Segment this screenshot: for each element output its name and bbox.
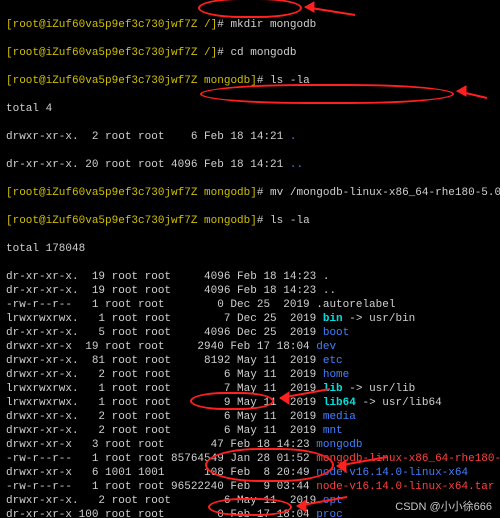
annotation-arrow bbox=[332, 454, 392, 474]
output-line: dr-xr-xr-x. 20 root root 4096 Feb 18 14:… bbox=[6, 158, 494, 172]
output-line: total 178048 bbox=[6, 242, 494, 256]
listing-row: dr-xr-xr-x. 5 root root 4096 Dec 25 2019… bbox=[6, 326, 494, 340]
annotation-circle bbox=[208, 498, 292, 516]
output-line: drwxr-xr-x. 2 root root 6 Feb 18 14:21 . bbox=[6, 130, 494, 144]
listing-row: drwxr-xr-x. 2 root root 6 May 11 2019 me… bbox=[6, 410, 494, 424]
listing-row: dr-xr-xr-x. 19 root root 4096 Feb 18 14:… bbox=[6, 284, 494, 298]
prompt-line[interactable]: [root@iZuf60va5p9ef3c730jwf7Z /]# cd mon… bbox=[6, 46, 494, 60]
annotation-circle bbox=[205, 448, 334, 482]
annotation-arrow bbox=[292, 494, 352, 514]
terminal: [root@iZuf60va5p9ef3c730jwf7Z /]# mkdir … bbox=[0, 0, 500, 518]
output-line: total 4 bbox=[6, 102, 494, 116]
annotation-arrow bbox=[300, 0, 360, 20]
listing-row: lrwxrwxrwx. 1 root root 7 Dec 25 2019 bi… bbox=[6, 312, 494, 326]
listing-row: drwxr-xr-x. 2 root root 6 May 11 2019 mn… bbox=[6, 424, 494, 438]
listing-row: drwxr-xr-x. 2 root root 6 May 11 2019 ho… bbox=[6, 368, 494, 382]
annotation-circle bbox=[190, 392, 274, 410]
annotation-arrow bbox=[452, 84, 492, 102]
listing-row: dr-xr-xr-x. 19 root root 4096 Feb 18 14:… bbox=[6, 270, 494, 284]
annotation-circle bbox=[200, 84, 454, 104]
listing-row: -rw-r--r-- 1 root root 96522240 Feb 9 03… bbox=[6, 480, 494, 494]
prompt-line[interactable]: [root@iZuf60va5p9ef3c730jwf7Z /]# mkdir … bbox=[6, 18, 494, 32]
annotation-circle bbox=[198, 0, 302, 18]
listing-row: drwxr-xr-x. 81 root root 8192 May 11 201… bbox=[6, 354, 494, 368]
annotation-arrow bbox=[275, 386, 335, 406]
prompt-line[interactable]: [root@iZuf60va5p9ef3c730jwf7Z mongodb]# … bbox=[6, 186, 494, 200]
prompt-line[interactable]: [root@iZuf60va5p9ef3c730jwf7Z mongodb]# … bbox=[6, 214, 494, 228]
listing-row: -rw-r--r-- 1 root root 0 Dec 25 2019 .au… bbox=[6, 298, 494, 312]
listing-row: drwxr-xr-x 19 root root 2940 Feb 17 18:0… bbox=[6, 340, 494, 354]
watermark: CSDN @小小徐666 bbox=[395, 500, 492, 514]
